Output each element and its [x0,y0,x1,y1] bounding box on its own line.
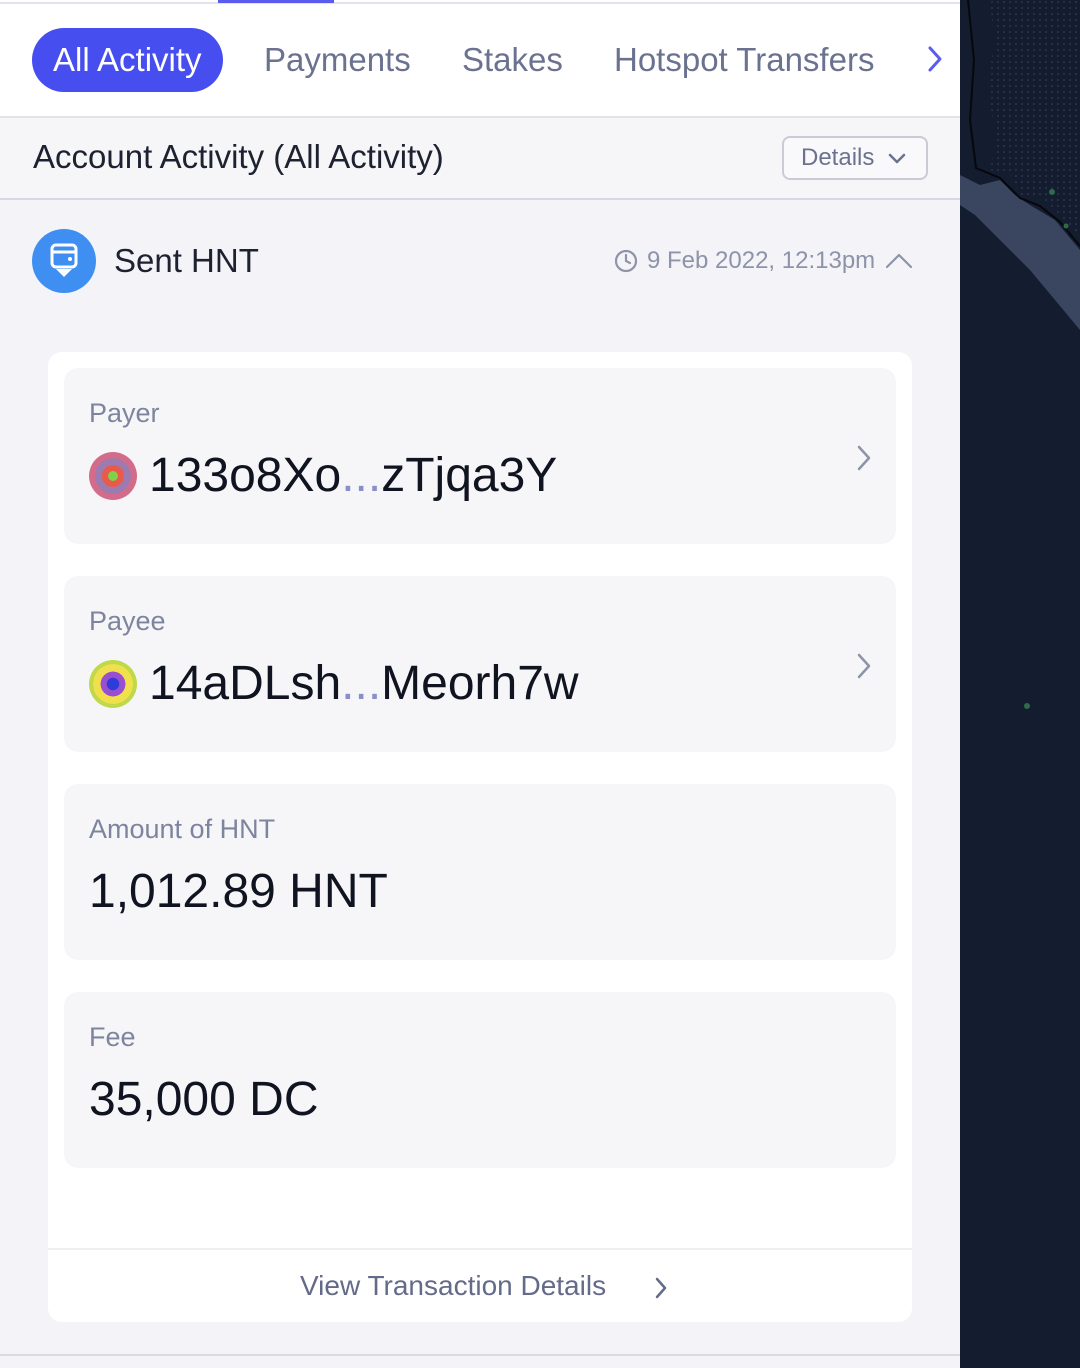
amount-value: 1,012.89 HNT [89,865,388,918]
payer-address: 133o8Xo ... zTjqa3Y [89,448,557,503]
map-view[interactable] [960,0,1080,1368]
fee-label: Fee [89,1022,136,1052]
top-tab-indicator [218,0,334,3]
payer-label: Payer [89,398,160,428]
tab-stakes[interactable]: Stakes [462,28,563,92]
amount-field: Amount of HNT 1,012.89 HNT [64,784,896,960]
chevron-right-icon [857,445,871,471]
timestamp-text: 9 Feb 2022, 12:13pm [647,247,876,274]
details-button-label: Details [801,144,875,171]
chevron-right-icon[interactable] [920,40,950,80]
activity-tab-bar: All Activity Payments Stakes Hotspot Tra… [0,0,960,118]
payee-field[interactable]: Payee 14aDLsh ... Meorh7w [64,576,896,752]
payee-avatar [89,659,137,708]
payee-label: Payee [89,606,166,636]
fee-value: 35,000 DC [89,1073,319,1126]
page-title: Account Activity (All Activity) [33,138,444,175]
payer-address-ellipsis: ... [341,449,382,502]
chevron-right-icon [655,1277,667,1299]
payer-avatar [89,451,137,500]
fee-field: Fee 35,000 DC [64,992,896,1168]
payer-address-start: 133o8Xo [149,449,342,502]
payee-address-start: 14aDLsh [149,657,342,710]
top-divider [0,2,960,4]
activity-header: Account Activity (All Activity) Details [0,118,960,200]
clock-icon [614,249,638,273]
details-button[interactable]: Details [782,136,928,180]
chevron-right-icon [857,653,871,679]
transaction-detail-card: Payer 133o8Xo ... zTjqa3Y Payee 14aDLsh … [48,352,912,1322]
transaction-title: Sent HNT [114,242,259,279]
bottom-divider [0,1354,960,1356]
payer-field[interactable]: Payer 133o8Xo ... zTjqa3Y [64,368,896,544]
payee-address-end: Meorh7w [381,657,579,710]
tab-payments[interactable]: Payments [264,28,411,92]
payee-address: 14aDLsh ... Meorh7w [89,656,579,711]
map-coastline [960,0,1080,709]
chevron-down-icon [888,153,906,164]
view-transaction-details-link[interactable]: View Transaction Details [48,1248,912,1322]
view-details-label: View Transaction Details [300,1270,607,1301]
transaction-row[interactable]: Sent HNT 9 Feb 2022, 12:13pm [0,200,960,324]
tab-all-activity[interactable]: All Activity [32,28,223,92]
payer-address-end: zTjqa3Y [381,449,558,502]
payee-address-ellipsis: ... [341,657,382,710]
transaction-timestamp: 9 Feb 2022, 12:13pm [614,246,914,276]
wallet-send-icon [32,229,96,293]
chevron-up-icon[interactable] [884,251,914,271]
amount-label: Amount of HNT [89,814,276,844]
tab-hotspot-transfers[interactable]: Hotspot Transfers [614,28,874,92]
activity-panel: All Activity Payments Stakes Hotspot Tra… [0,0,960,1368]
